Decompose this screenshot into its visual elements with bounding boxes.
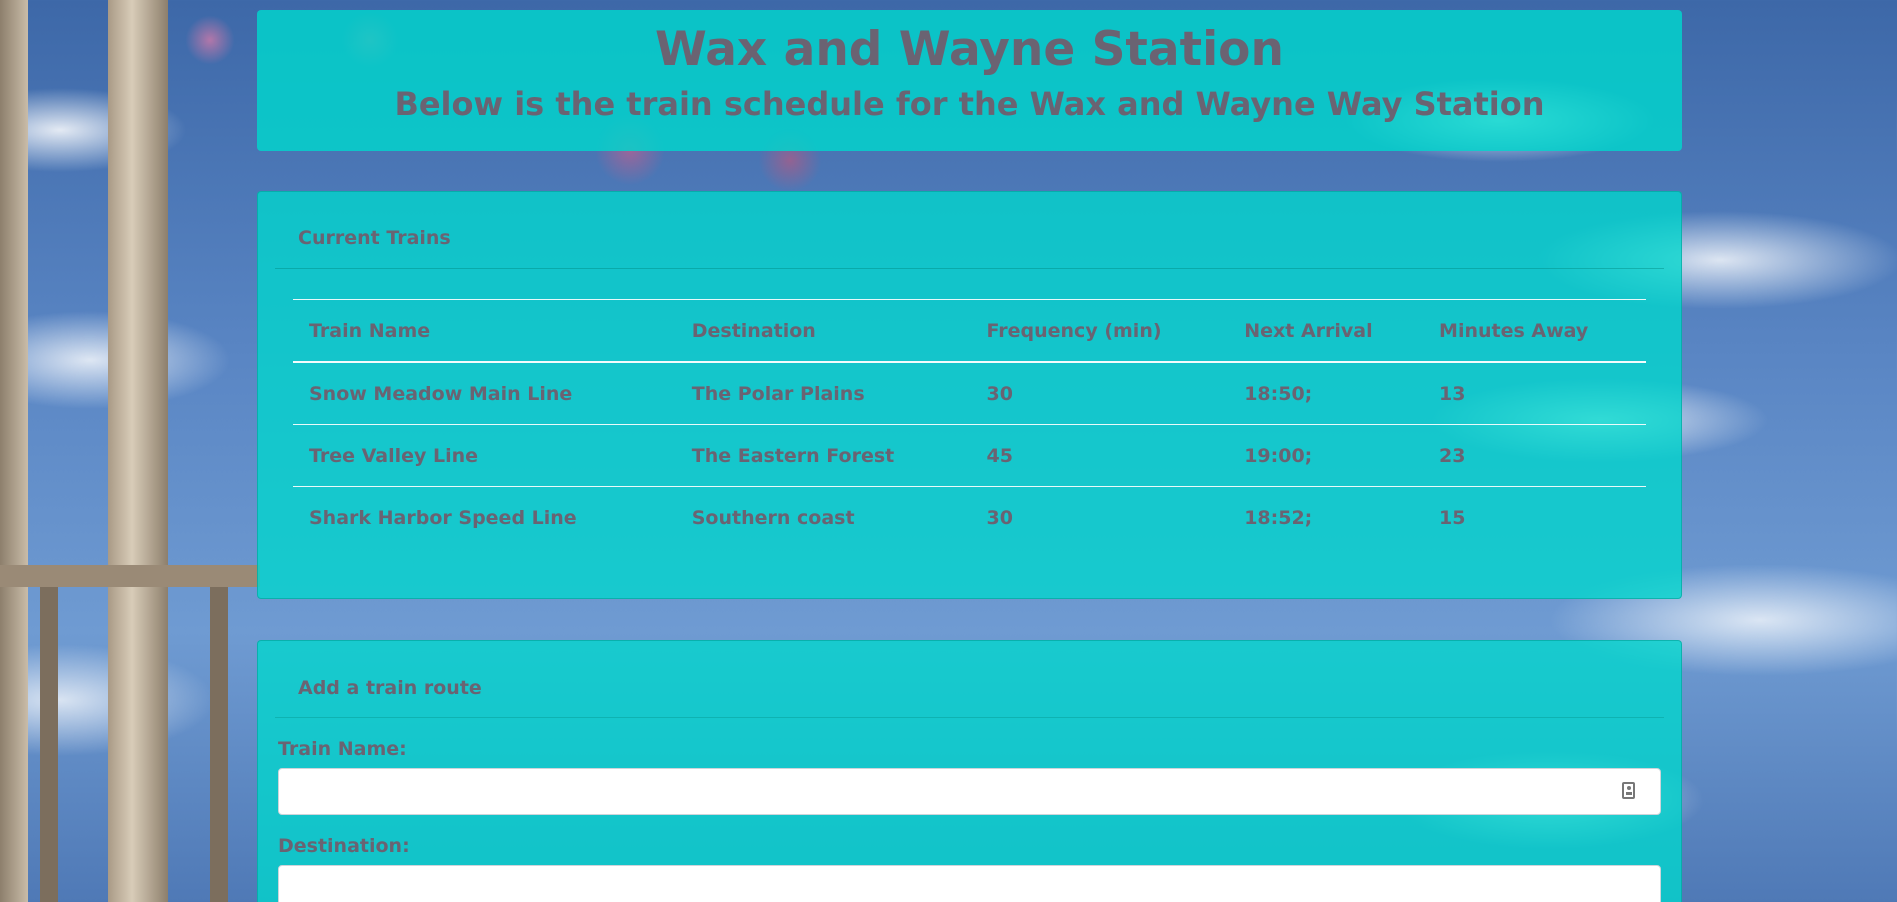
column-header-minutes-away: Minutes Away: [1423, 299, 1646, 363]
column-header-train-name: Train Name: [293, 299, 676, 363]
table-row: Shark Harbor Speed Line Southern coast 3…: [293, 486, 1646, 548]
current-trains-header: Current Trains: [275, 192, 1664, 269]
cell-train-name: Snow Meadow Main Line: [293, 361, 676, 425]
contact-card-icon[interactable]: [1622, 782, 1635, 799]
add-route-header: Add a train route: [275, 641, 1664, 718]
current-trains-card: Current Trains Train Name Destination Fr…: [257, 191, 1682, 599]
add-route-card: Add a train route Train Name: Destinatio…: [257, 640, 1682, 902]
main-container: Wax and Wayne Station Below is the train…: [257, 10, 1682, 902]
table-header-row: Train Name Destination Frequency (min) N…: [293, 299, 1646, 363]
table-row: Tree Valley Line The Eastern Forest 45 1…: [293, 424, 1646, 487]
cell-destination: The Eastern Forest: [675, 424, 971, 487]
train-name-input[interactable]: [278, 768, 1661, 815]
train-name-group: Train Name:: [258, 738, 1681, 815]
destination-field-wrap: [278, 865, 1661, 902]
cell-frequency: 30: [970, 486, 1229, 548]
page-title: Wax and Wayne Station: [655, 22, 1284, 77]
train-schedule-table: Train Name Destination Frequency (min) N…: [293, 299, 1646, 548]
destination-label: Destination:: [278, 835, 410, 857]
cell-next-arrival: 18:50;: [1228, 361, 1424, 425]
cell-next-arrival: 18:52;: [1228, 486, 1424, 548]
cell-frequency: 30: [970, 361, 1229, 425]
cell-train-name: Shark Harbor Speed Line: [293, 486, 676, 548]
background-baluster: [40, 587, 58, 902]
column-header-destination: Destination: [675, 299, 971, 363]
background-baluster: [210, 587, 228, 902]
cell-frequency: 45: [970, 424, 1229, 487]
cell-minutes-away: 13: [1423, 361, 1646, 425]
page-header: Wax and Wayne Station Below is the train…: [257, 10, 1682, 151]
cell-minutes-away: 23: [1423, 424, 1646, 487]
cell-train-name: Tree Valley Line: [293, 424, 676, 487]
column-header-next-arrival: Next Arrival: [1228, 299, 1424, 363]
cell-next-arrival: 19:00;: [1228, 424, 1424, 487]
train-name-label: Train Name:: [278, 738, 407, 760]
table-row: Snow Meadow Main Line The Polar Plains 3…: [293, 361, 1646, 425]
cell-minutes-away: 15: [1423, 486, 1646, 548]
destination-group: Destination:: [258, 835, 1681, 902]
cell-destination: Southern coast: [675, 486, 971, 548]
destination-input[interactable]: [278, 865, 1661, 902]
page-subtitle: Below is the train schedule for the Wax …: [394, 85, 1545, 123]
column-header-frequency: Frequency (min): [970, 299, 1229, 363]
background-post: [108, 0, 168, 902]
train-name-field-wrap: [278, 768, 1661, 815]
cell-destination: The Polar Plains: [675, 361, 971, 425]
background-post-left: [0, 0, 28, 902]
background-rail: [0, 565, 260, 587]
